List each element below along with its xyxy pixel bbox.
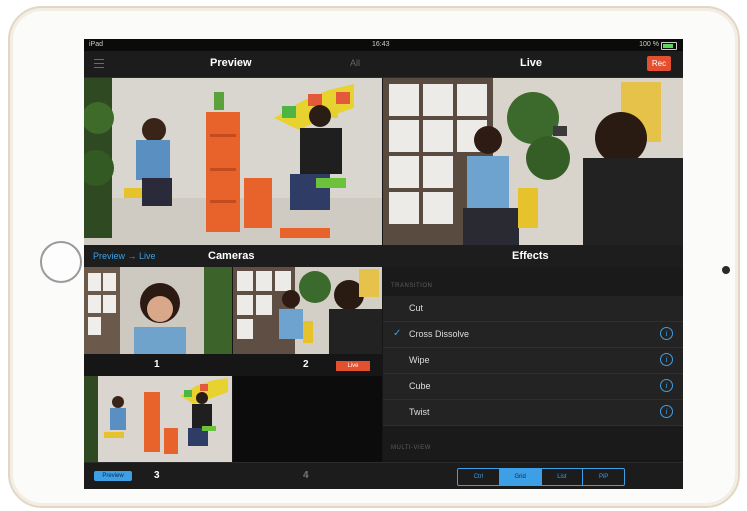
camera-2-live-badge: Live bbox=[336, 361, 370, 371]
effects-panel: TRANSITION Cut ✓ Cross Dissolve i Wipe i… bbox=[383, 267, 683, 460]
live-video[interactable] bbox=[383, 78, 683, 245]
effect-label: Wipe bbox=[409, 355, 430, 365]
app-screen: iPad 16:43 100 % Preview All Live Rec Pr… bbox=[84, 39, 683, 489]
effect-label: Cube bbox=[409, 381, 431, 391]
info-icon[interactable]: i bbox=[660, 353, 673, 366]
transition-header: TRANSITION bbox=[391, 283, 433, 289]
clock: 16:43 bbox=[372, 41, 390, 48]
info-icon[interactable]: i bbox=[660, 327, 673, 340]
cameras-title: Cameras bbox=[208, 250, 255, 262]
camera-4-label: 4 bbox=[303, 470, 309, 481]
camera-1-thumbnail[interactable] bbox=[84, 267, 232, 354]
view-mode-segmented-control: Ctrl Grid List PiP bbox=[457, 468, 625, 486]
camera-2-image bbox=[233, 267, 382, 354]
camera-3-thumbnail[interactable] bbox=[84, 376, 232, 462]
segment-pip[interactable]: PiP bbox=[583, 469, 624, 485]
segment-ctrl[interactable]: Ctrl bbox=[458, 469, 500, 485]
camera-3-label: 3 bbox=[154, 470, 160, 481]
segment-list[interactable]: List bbox=[542, 469, 584, 485]
effect-wipe[interactable]: Wipe i bbox=[383, 348, 683, 374]
effect-label: Cross Dissolve bbox=[409, 329, 470, 339]
record-button[interactable]: Rec bbox=[647, 56, 671, 71]
front-camera bbox=[722, 266, 730, 274]
camera-2-thumbnail[interactable] bbox=[233, 267, 382, 354]
camera-1-image bbox=[84, 267, 232, 354]
all-button[interactable]: All bbox=[350, 58, 360, 68]
info-icon[interactable]: i bbox=[660, 379, 673, 392]
status-bar: iPad 16:43 100 % bbox=[84, 39, 683, 51]
effect-cut[interactable]: Cut bbox=[383, 296, 683, 322]
battery-icon bbox=[661, 42, 677, 50]
multi-view-header: MULTI-VIEW bbox=[391, 445, 431, 451]
effect-label: Twist bbox=[409, 407, 430, 417]
live-scene-image bbox=[383, 78, 683, 245]
battery-text: 100 % bbox=[639, 41, 659, 48]
segment-grid[interactable]: Grid bbox=[499, 469, 542, 485]
top-nav: Preview All Live Rec bbox=[84, 51, 683, 78]
camera-1-label: 1 bbox=[154, 359, 160, 370]
home-button[interactable] bbox=[40, 241, 82, 283]
camera-4-empty-slot[interactable] bbox=[233, 376, 382, 462]
preview-video[interactable] bbox=[84, 78, 382, 245]
effects-title: Effects bbox=[512, 250, 549, 262]
section-bar: Preview → Live Cameras Effects bbox=[84, 245, 683, 267]
preview-badge[interactable]: Preview bbox=[94, 471, 132, 481]
preview-to-live-button[interactable]: Preview → Live bbox=[93, 251, 156, 261]
live-title: Live bbox=[520, 57, 543, 69]
checkmark-icon: ✓ bbox=[393, 328, 402, 339]
menu-icon[interactable] bbox=[94, 59, 104, 68]
carrier-text: iPad bbox=[89, 41, 104, 48]
preview-scene-image bbox=[84, 78, 382, 245]
preview-title: Preview bbox=[210, 57, 252, 69]
camera-2-label: 2 bbox=[303, 359, 309, 370]
effect-cube[interactable]: Cube i bbox=[383, 374, 683, 400]
info-icon[interactable]: i bbox=[660, 405, 673, 418]
camera-3-image bbox=[84, 376, 232, 462]
effect-label: Cut bbox=[409, 303, 424, 313]
bottom-bar: Preview 3 4 Ctrl Grid List PiP bbox=[84, 462, 683, 489]
effect-cross-dissolve[interactable]: ✓ Cross Dissolve i bbox=[383, 322, 683, 348]
effect-twist[interactable]: Twist i bbox=[383, 400, 683, 426]
